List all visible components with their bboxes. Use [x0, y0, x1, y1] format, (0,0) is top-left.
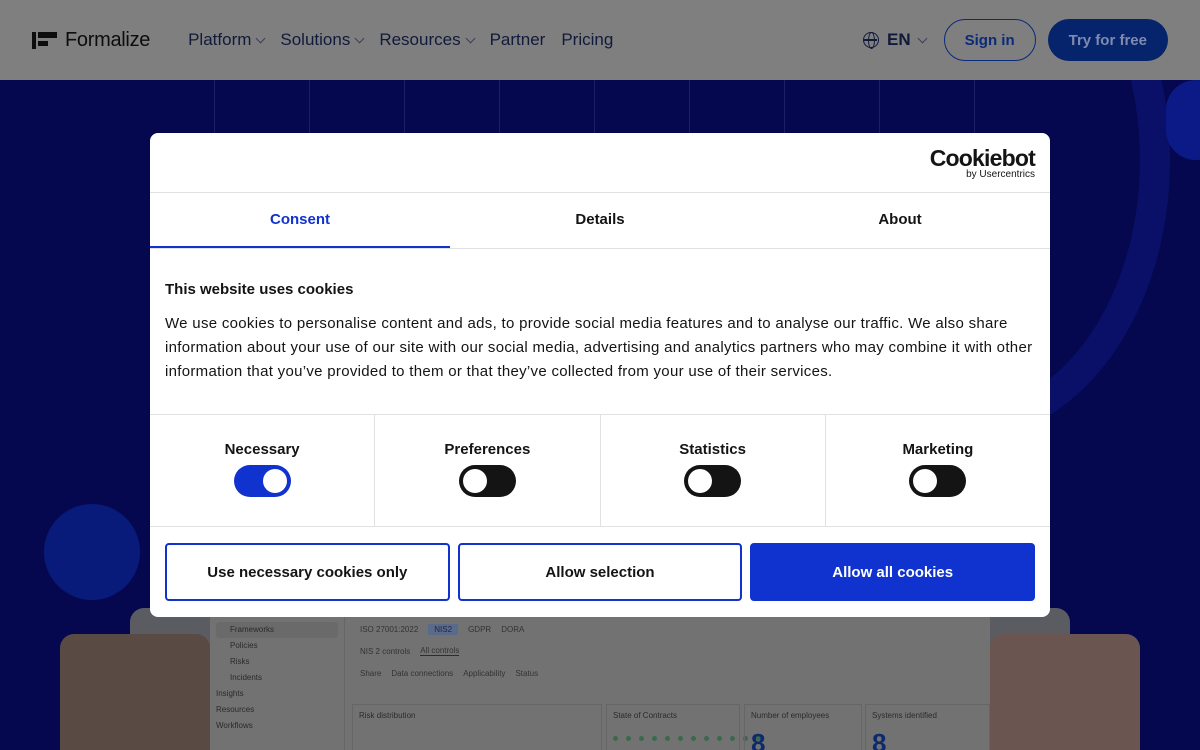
globe-icon: [863, 32, 879, 49]
category-label: Statistics: [679, 441, 746, 458]
category-statistics: Statistics: [601, 415, 826, 526]
category-label: Preferences: [444, 441, 531, 458]
marketing-toggle[interactable]: [909, 465, 967, 497]
preview-sidebar-item: Insights: [216, 689, 244, 698]
toggle-knob: [462, 469, 487, 493]
nav-partner[interactable]: Partner: [490, 30, 546, 50]
preview-filters: Share Data connections Applicability Sta…: [360, 662, 990, 684]
nav-resources-label: Resources: [379, 30, 461, 49]
preview-sidebar-item: Workflows: [216, 721, 253, 730]
preview-card-employees: Number of employees 8: [744, 704, 862, 750]
nav-pricing[interactable]: Pricing: [561, 30, 613, 50]
preview-filter: Share: [360, 668, 382, 678]
preview-filter: Applicability: [463, 668, 506, 678]
preview-sidebar-item: Incidents: [230, 673, 263, 682]
category-label: Necessary: [224, 441, 300, 458]
nav-pricing-label: Pricing: [561, 30, 614, 49]
use-necessary-only-button[interactable]: Use necessary cookies only: [165, 543, 450, 601]
toggle-knob: [688, 469, 713, 493]
background-shape: [1166, 80, 1200, 160]
preview-card-title: Risk distribution: [359, 711, 416, 720]
preview-tab: ISO 27001:2022: [360, 624, 419, 634]
preview-sidebar-item: Frameworks: [216, 622, 338, 638]
toggle-knob: [913, 469, 938, 493]
preview-card-contracts: State of Contracts: [606, 704, 761, 750]
cookie-consent-dialog: Cookiebot by Usercentrics Consent Detail…: [150, 133, 1050, 617]
dialog-header: Cookiebot by Usercentrics: [150, 133, 1050, 193]
preview-filter: Status: [515, 668, 539, 678]
cookiebot-logo-word: Cookiebot: [929, 145, 1036, 171]
preview-tab: All controls: [420, 646, 460, 656]
language-selector[interactable]: EN: [863, 30, 928, 50]
header-actions: EN Sign in Try for free: [863, 19, 1168, 61]
dialog-body: This website uses cookies We use cookies…: [150, 249, 1050, 414]
preview-card-value: 8: [751, 728, 766, 750]
category-preferences: Preferences: [375, 415, 601, 526]
cookiebot-logo[interactable]: Cookiebot by Usercentrics: [929, 145, 1036, 181]
category-marketing: Marketing: [826, 415, 1050, 526]
brand-name: Formalize: [65, 28, 151, 51]
nav-resources[interactable]: Resources: [379, 30, 476, 50]
background-circle: [44, 504, 140, 600]
nav-solutions[interactable]: Solutions: [280, 30, 365, 50]
tab-details[interactable]: Details: [450, 193, 750, 248]
preview-sidebar: Frameworks Policies Risks Incidents Insi…: [210, 616, 345, 750]
preferences-toggle[interactable]: [458, 465, 516, 497]
preview-sidebar-item: Risks: [230, 657, 250, 666]
sign-in-button[interactable]: Sign in: [943, 19, 1036, 61]
chevron-down-icon: [465, 33, 476, 43]
preview-card-systems: Systems identified 8: [865, 704, 990, 750]
preview-tab: NIS 2 controls: [360, 646, 411, 656]
main-nav: Platform Solutions Resources Partner Pri…: [188, 30, 613, 50]
cookie-categories: Necessary Preferences Statistics Marketi…: [150, 414, 1050, 527]
chevron-down-icon: [255, 33, 266, 43]
chevron-down-icon: [354, 33, 365, 43]
language-code: EN: [887, 30, 911, 49]
brand-logo[interactable]: Formalize: [32, 29, 150, 52]
nav-solutions-label: Solutions: [280, 30, 351, 49]
nav-partner-label: Partner: [489, 30, 546, 49]
preview-tab: DORA: [501, 624, 525, 634]
product-screenshot: Frameworks Policies Risks Incidents Insi…: [210, 616, 990, 750]
statistics-toggle[interactable]: [684, 465, 742, 497]
preview-main: ISO 27001:2022 NIS2 GDPR DORA NIS 2 cont…: [360, 618, 990, 684]
try-for-free-button[interactable]: Try for free: [1047, 19, 1168, 61]
preview-sidebar-item: Resources: [216, 705, 255, 714]
preview-sidebar-item: Policies: [230, 641, 258, 650]
tab-about[interactable]: About: [750, 193, 1050, 248]
dialog-actions: Use necessary cookies only Allow selecti…: [150, 527, 1050, 617]
person-photo-right: [990, 634, 1140, 750]
preview-card-title: Systems identified: [872, 711, 937, 720]
category-label: Marketing: [902, 441, 974, 458]
dialog-tabs: Consent Details About: [150, 193, 1050, 249]
preview-framework-tabs: ISO 27001:2022 NIS2 GDPR DORA: [360, 618, 990, 640]
preview-tab: GDPR: [468, 624, 492, 634]
preview-card-title: Number of employees: [751, 711, 830, 720]
dialog-text: We use cookies to personalise content an…: [165, 315, 1033, 380]
necessary-toggle[interactable]: [233, 465, 291, 497]
toggle-knob: [262, 469, 287, 493]
allow-selection-button[interactable]: Allow selection: [457, 543, 743, 601]
nav-platform[interactable]: Platform: [188, 30, 266, 50]
preview-control-tabs: NIS 2 controls All controls: [360, 640, 990, 662]
preview-dots: [613, 736, 761, 741]
site-header: Formalize Platform Solutions Resources P…: [0, 0, 1200, 80]
preview-card-title: State of Contracts: [613, 711, 678, 720]
chevron-down-icon: [917, 33, 928, 43]
tab-consent[interactable]: Consent: [150, 193, 450, 248]
preview-card-value: 8: [872, 728, 887, 750]
formalize-logo-icon: [32, 31, 57, 49]
preview-card-risk: Risk distribution: [352, 704, 602, 750]
nav-platform-label: Platform: [188, 30, 252, 49]
preview-tab: NIS2: [428, 623, 459, 635]
person-photo-left: [60, 634, 210, 750]
dialog-title: This website uses cookies: [165, 281, 354, 298]
category-necessary: Necessary: [150, 415, 376, 526]
preview-filter: Data connections: [391, 668, 454, 678]
allow-all-cookies-button[interactable]: Allow all cookies: [750, 543, 1036, 601]
